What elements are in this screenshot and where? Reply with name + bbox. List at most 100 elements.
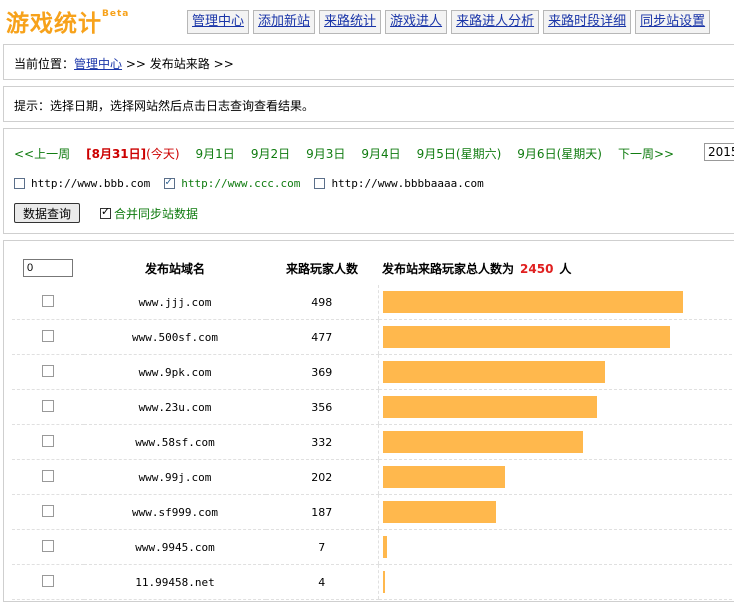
site-option[interactable]: http://www.bbb.com	[14, 177, 150, 190]
row-checkbox[interactable]	[42, 434, 54, 447]
row-bar-cell	[377, 285, 734, 320]
date-link[interactable]: 9月2日	[251, 145, 290, 162]
row-count: 477	[266, 319, 378, 355]
row-domain: www.jjj.com	[84, 285, 266, 320]
row-checkbox[interactable]	[42, 294, 54, 307]
row-checkbox[interactable]	[42, 329, 54, 342]
count-input[interactable]	[23, 259, 73, 277]
row-select-cell	[12, 389, 84, 425]
count-bar	[382, 291, 683, 313]
row-domain: www.500sf.com	[84, 319, 266, 355]
today-label: (今天)	[146, 147, 180, 161]
row-select-cell	[12, 354, 84, 390]
site-option[interactable]: http://www.ccc.com	[164, 175, 301, 190]
count-bar	[382, 501, 496, 523]
total-prefix: 发布站来路玩家总人数为	[382, 261, 515, 276]
row-domain: www.9945.com	[84, 529, 266, 565]
table-row: www.sf999.com 187	[12, 494, 734, 530]
count-bar	[382, 361, 605, 383]
nav-game-players[interactable]: 游戏进人	[385, 10, 448, 34]
count-bar	[382, 571, 385, 593]
top-nav: 管理中心 添加新站 来路统计 游戏进人 来路进人分析 来路时段详细 同步站设置	[187, 10, 711, 34]
table-row: www.99j.com 202	[12, 459, 734, 495]
row-bar-cell	[377, 389, 734, 425]
date-link[interactable]: 9月5日(星期六)	[417, 145, 502, 162]
row-checkbox[interactable]	[42, 574, 54, 587]
nav-admin-center[interactable]: 管理中心	[187, 10, 250, 34]
row-checkbox[interactable]	[42, 469, 54, 482]
row-checkbox[interactable]	[42, 364, 54, 377]
nav-add-site[interactable]: 添加新站	[253, 10, 316, 34]
row-domain: www.99j.com	[84, 459, 266, 495]
count-bar	[382, 396, 597, 418]
date-link[interactable]: 9月1日	[196, 145, 235, 162]
breadcrumb-current-page: 发布站来路	[149, 57, 210, 71]
breadcrumb-link-admin[interactable]: 管理中心	[74, 57, 122, 71]
row-bar-cell	[377, 494, 734, 530]
row-count: 4	[266, 564, 378, 600]
row-bar-cell	[377, 354, 734, 390]
row-count: 187	[266, 494, 378, 530]
count-bar	[382, 536, 387, 558]
app-logo: 游戏统计Beta	[6, 9, 130, 37]
site-option[interactable]: http://www.bbbbaaaa.com	[314, 177, 484, 190]
site-url: http://www.bbbbaaaa.com	[331, 177, 484, 190]
row-checkbox[interactable]	[42, 539, 54, 552]
row-domain: 11.99458.net	[84, 564, 266, 600]
row-select-cell	[12, 529, 84, 565]
table-row: www.500sf.com 477	[12, 319, 734, 355]
table-row: www.23u.com 356	[12, 389, 734, 425]
date-selector: <<上一周 [8月31日](今天) 9月1日 9月2日 9月3日 9月4日 9月…	[14, 145, 674, 162]
date-link[interactable]: 9月6日(星期天)	[517, 145, 602, 162]
year-select[interactable]: 2015	[704, 143, 734, 161]
date-link[interactable]: 9月4日	[361, 145, 400, 162]
row-count: 332	[266, 424, 378, 460]
merge-sync-option[interactable]: 合并同步站数据	[100, 205, 198, 222]
row-select-cell	[12, 494, 84, 530]
table-row: www.58sf.com 332	[12, 424, 734, 460]
merge-label: 合并同步站数据	[114, 206, 199, 221]
nav-traffic-stats[interactable]: 来路统计	[319, 10, 382, 34]
row-checkbox[interactable]	[42, 504, 54, 517]
table-header-row: 发布站域名 来路玩家人数 发布站来路玩家总人数为 2450 人	[12, 251, 734, 285]
row-bar-cell	[377, 424, 734, 460]
row-checkbox[interactable]	[42, 399, 54, 412]
row-select-cell	[12, 319, 84, 355]
site-url: http://www.ccc.com	[181, 177, 301, 190]
row-select-cell	[12, 459, 84, 495]
site-checkbox[interactable]	[14, 178, 25, 189]
query-panel: <<上一周 [8月31日](今天) 9月1日 9月2日 9月3日 9月4日 9月…	[3, 128, 734, 234]
site-list: http://www.bbb.com http://www.ccc.com ht…	[14, 175, 484, 190]
row-count: 356	[266, 389, 378, 425]
row-domain: www.23u.com	[84, 389, 266, 425]
breadcrumb-separator: >>	[213, 57, 234, 71]
site-checkbox[interactable]	[314, 178, 326, 189]
site-url: http://www.bbb.com	[31, 177, 151, 190]
breadcrumb: 当前位置：管理中心 >> 发布站来路 >>	[4, 45, 734, 82]
results-table: 发布站域名 来路玩家人数 发布站来路玩家总人数为 2450 人 www.jjj.co…	[12, 251, 734, 600]
header-count: 来路玩家人数	[285, 261, 358, 276]
nav-traffic-time-detail[interactable]: 来路时段详细	[543, 10, 632, 34]
breadcrumb-box: 当前位置：管理中心 >> 发布站来路 >>	[3, 44, 734, 80]
count-bar	[382, 466, 505, 488]
query-actions: 数据查询 合并同步站数据	[14, 203, 198, 223]
data-query-button[interactable]: 数据查询	[14, 203, 81, 223]
nav-sync-settings[interactable]: 同步站设置	[635, 10, 711, 34]
results-panel: 发布站域名 来路玩家人数 发布站来路玩家总人数为 2450 人 www.jjj.co…	[3, 240, 734, 602]
row-select-cell	[12, 285, 84, 320]
nav-traffic-analysis[interactable]: 来路进人分析	[451, 10, 540, 34]
date-link[interactable]: 9月3日	[306, 145, 345, 162]
current-date[interactable]: [8月31日]	[86, 147, 146, 161]
table-row: www.9pk.com 369	[12, 354, 734, 390]
next-week-link[interactable]: 下一周>>	[618, 145, 674, 162]
row-select-cell	[12, 424, 84, 460]
row-bar-cell	[377, 319, 734, 355]
site-checkbox[interactable]	[164, 175, 176, 189]
prev-week-link[interactable]: <<上一周	[14, 145, 70, 162]
total-count: 2450	[520, 261, 554, 276]
breadcrumb-separator: >>	[125, 57, 146, 71]
merge-checkbox[interactable]	[100, 205, 112, 219]
row-count: 498	[266, 285, 378, 320]
table-row: www.jjj.com 498	[12, 285, 734, 320]
row-bar-cell	[377, 564, 734, 600]
